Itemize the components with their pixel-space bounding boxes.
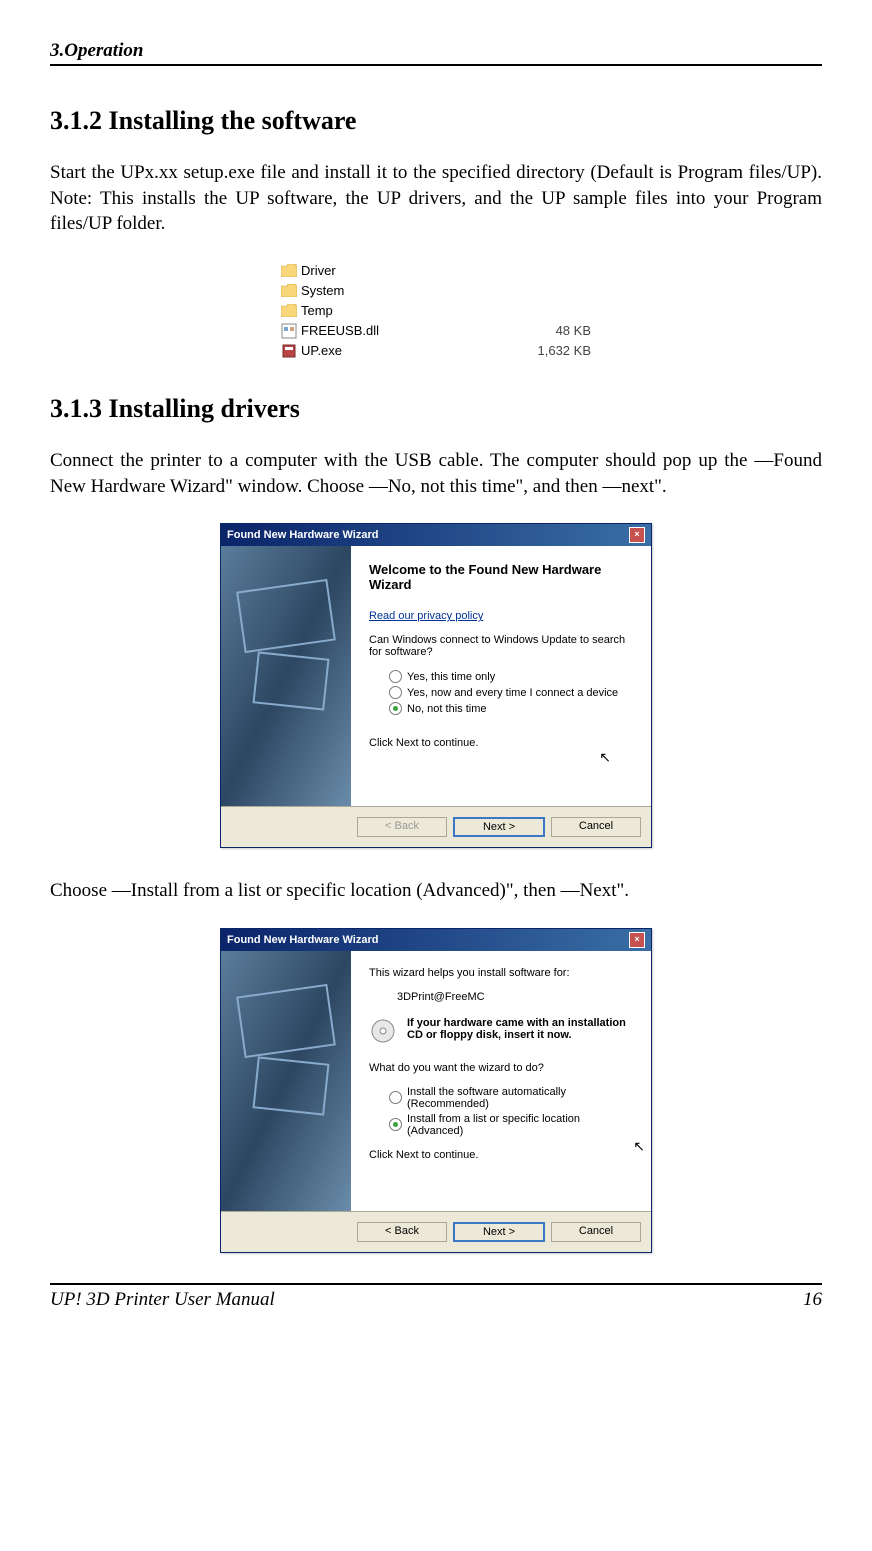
heading-313: 3.1.3 Installing drivers [50,394,822,424]
heading-312: 3.1.2 Installing the software [50,106,822,136]
file-row: FREEUSB.dll 48 KB [281,321,591,341]
file-row: Temp [281,301,591,321]
body-312: Start the UPx.xx setup.exe file and inst… [50,160,822,237]
radio-no[interactable]: No, not this time [389,702,633,715]
body-313: Connect the printer to a computer with t… [50,448,822,499]
radio-advanced[interactable]: Install from a list or specific location… [389,1113,633,1137]
wizard-sidebar [221,951,351,1211]
wizard-title: Found New Hardware Wizard [227,934,378,946]
midtext: Choose ―Install from a list or specific … [50,878,822,904]
back-button: < Back [357,817,447,837]
radio-icon [389,1118,402,1131]
wizard-window-1: Found New Hardware Wizard × Welcome to t… [220,523,652,848]
wizard-helptext: This wizard helps you install software f… [369,967,633,979]
radio-label: Install the software automatically (Reco… [407,1086,633,1110]
exe-icon [281,343,297,359]
wizard-welcome: Welcome to the Found New Hardware Wizard [369,562,633,592]
radio-label: Yes, this time only [407,671,495,683]
wizard-question: Can Windows connect to Windows Update to… [369,634,633,658]
footer-title: UP! 3D Printer User Manual [50,1289,275,1311]
next-button[interactable]: Next > [453,1222,545,1242]
wizard2-figure: Found New Hardware Wizard × This wizard … [50,928,822,1253]
folder-icon [281,284,297,297]
wizard-continue: Click Next to continue. [369,737,633,749]
wizard-window-2: Found New Hardware Wizard × This wizard … [220,928,652,1253]
radio-icon [389,702,402,715]
device-name: 3DPrint@FreeMC [397,991,633,1003]
radio-yes-always[interactable]: Yes, now and every time I connect a devi… [389,686,633,699]
wizard-sidebar [221,546,351,806]
file-name-label: Driver [301,263,336,278]
file-name-label: FREEUSB.dll [301,323,379,338]
radio-icon [389,686,402,699]
footer-page: 16 [803,1289,822,1311]
file-size: 48 KB [501,323,591,338]
radio-icon [389,1091,402,1104]
wizard-continue: Click Next to continue. [369,1149,633,1161]
wizard-titlebar: Found New Hardware Wizard × [221,929,651,951]
cd-text: If your hardware came with an installati… [407,1017,633,1048]
file-list-figure: Driver System Temp [50,261,822,364]
radio-label: Install from a list or specific location… [407,1113,633,1137]
wizard-question: What do you want the wizard to do? [369,1062,633,1074]
folder-icon [281,264,297,277]
file-row: Driver [281,261,591,281]
page-footer: UP! 3D Printer User Manual 16 [50,1283,822,1311]
radio-yes-once[interactable]: Yes, this time only [389,670,633,683]
file-name-label: System [301,283,344,298]
folder-icon [281,304,297,317]
cancel-button[interactable]: Cancel [551,817,641,837]
next-button[interactable]: Next > [453,817,545,837]
cd-icon [369,1017,397,1048]
file-name-label: Temp [301,303,333,318]
close-icon[interactable]: × [629,932,645,948]
cursor-icon: ↖ [599,749,611,766]
file-row: UP.exe 1,632 KB [281,341,591,361]
cancel-button[interactable]: Cancel [551,1222,641,1242]
file-name-label: UP.exe [301,343,342,358]
cursor-icon: ↖ [633,1138,645,1155]
file-size: 1,632 KB [501,343,591,358]
dll-icon [281,323,297,339]
radio-icon [389,670,402,683]
privacy-link[interactable]: Read our privacy policy [369,610,633,622]
wizard-title: Found New Hardware Wizard [227,529,378,541]
radio-label: Yes, now and every time I connect a devi… [407,687,618,699]
back-button[interactable]: < Back [357,1222,447,1242]
page-header: 3.Operation [50,40,822,66]
file-row: System [281,281,591,301]
close-icon[interactable]: × [629,527,645,543]
wizard-titlebar: Found New Hardware Wizard × [221,524,651,546]
radio-label: No, not this time [407,703,486,715]
wizard1-figure: Found New Hardware Wizard × Welcome to t… [50,523,822,848]
radio-auto[interactable]: Install the software automatically (Reco… [389,1086,633,1110]
